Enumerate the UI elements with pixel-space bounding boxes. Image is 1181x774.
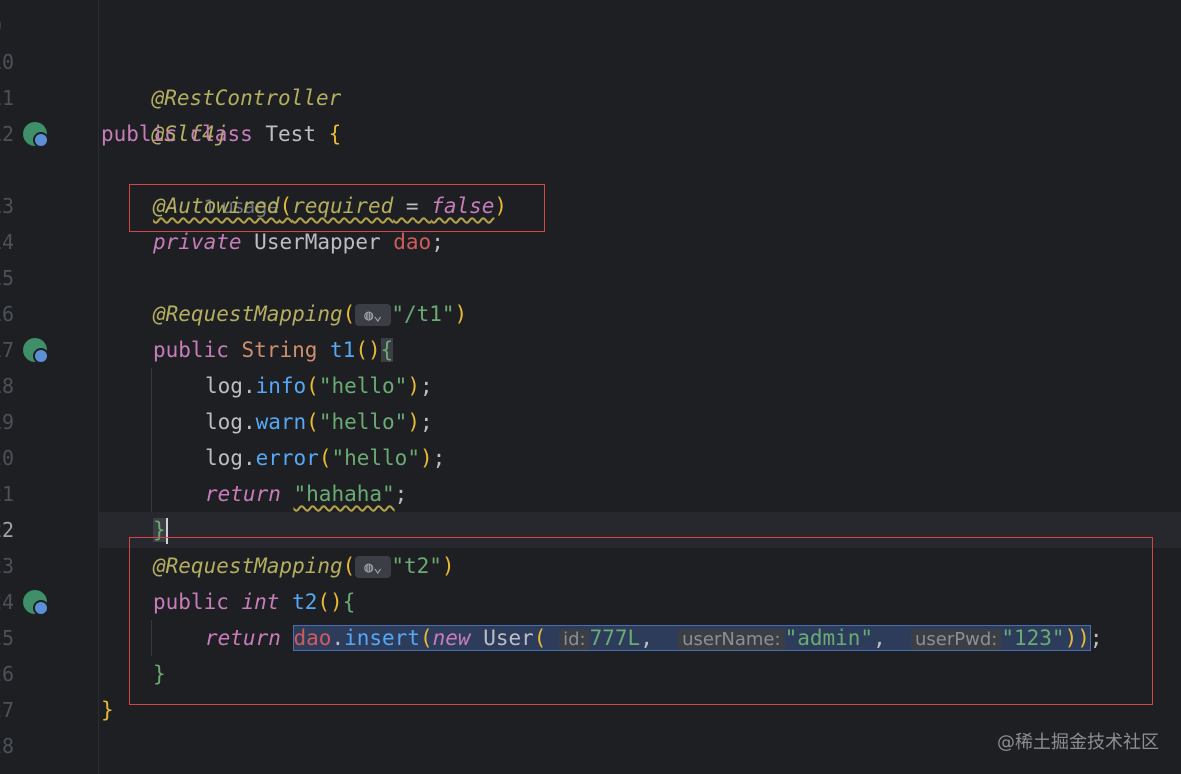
- line-number: 13: [0, 194, 15, 218]
- indent-guide: [151, 368, 152, 512]
- code-line: public class Test {: [101, 116, 341, 152]
- string-literal: "/t1": [391, 302, 455, 326]
- code-line: return "hahaha";: [205, 482, 408, 506]
- brace: {: [380, 338, 394, 362]
- line-number: 9: [0, 8, 20, 44]
- semicolon: ;: [431, 230, 444, 254]
- highlight-box-t2-method: [129, 537, 1153, 705]
- keyword: class: [189, 122, 253, 146]
- code-line: }: [101, 692, 114, 728]
- method-name: t1: [330, 338, 356, 362]
- current-line-number: 22: [0, 518, 15, 542]
- line-number: 24: [0, 590, 15, 614]
- type-name: String: [241, 338, 318, 362]
- string-literal: "hahaha": [293, 482, 395, 506]
- line-number: 18: [0, 374, 15, 398]
- type-name: UserMapper: [254, 230, 381, 254]
- line-number-gutter: 9 10 11 12 13 14 15 16 17 18 19 20 21 22…: [0, 0, 99, 774]
- line-number: 19: [0, 410, 15, 434]
- line-number: 16: [0, 302, 15, 326]
- field-name: dao: [393, 230, 432, 254]
- line-number: 26: [0, 662, 15, 686]
- keyword: private: [153, 230, 242, 254]
- string-literal: "hello": [318, 410, 408, 434]
- code-line: @Slf4j: [101, 80, 228, 146]
- keyword: public: [101, 122, 177, 146]
- web-endpoint-icon[interactable]: [23, 590, 49, 616]
- method-name: info: [255, 374, 307, 398]
- code-editor[interactable]: @RestController @Slf4j public class Test…: [99, 0, 1181, 774]
- code-line: @RestController: [101, 44, 342, 110]
- code-line: log.warn("hello");: [205, 410, 433, 434]
- line-number: 12: [0, 122, 15, 146]
- paren: (): [355, 338, 381, 362]
- string-literal: "hello": [318, 374, 408, 398]
- line-number: 28: [0, 734, 15, 758]
- line-number: 20: [0, 446, 15, 470]
- usage-hint[interactable]: 1 usage: [153, 152, 279, 218]
- line-number: 10: [0, 50, 15, 74]
- brace: }: [101, 698, 114, 722]
- paren: ): [454, 302, 468, 326]
- spring-bean-icon[interactable]: [23, 122, 49, 148]
- brace: {: [315, 122, 342, 146]
- line-number: 23: [0, 554, 15, 578]
- method-name: error: [255, 446, 319, 470]
- line-number: 11: [0, 86, 15, 110]
- code-line: public String t1(){: [153, 332, 394, 368]
- line-number: 25: [0, 626, 15, 650]
- paren: (: [342, 302, 356, 326]
- line-number: 27: [0, 698, 15, 722]
- highlight-box-autowired: [129, 184, 545, 232]
- string-literal: "hello": [331, 446, 420, 470]
- class-name: Test: [265, 122, 316, 146]
- line-number: 17: [0, 338, 15, 362]
- identifier: log: [205, 374, 243, 398]
- line-number: 21: [0, 482, 15, 506]
- code-line: log.info("hello");: [205, 374, 433, 398]
- line-number: 14: [0, 230, 15, 254]
- keyword: public: [153, 338, 229, 362]
- identifier: log: [205, 410, 243, 434]
- globe-icon[interactable]: ◍⌄: [355, 304, 392, 326]
- line-number: 15: [0, 266, 15, 290]
- identifier: log: [205, 446, 243, 470]
- annotation: @RequestMapping: [153, 302, 343, 326]
- code-line: log.error("hello");: [205, 446, 446, 470]
- method-name: warn: [255, 410, 307, 434]
- keyword: return: [205, 482, 281, 506]
- code-line: @RequestMapping(◍⌄ "/t1"): [153, 296, 467, 332]
- watermark: @稀土掘金技术社区: [997, 732, 1159, 753]
- web-endpoint-icon[interactable]: [23, 338, 49, 364]
